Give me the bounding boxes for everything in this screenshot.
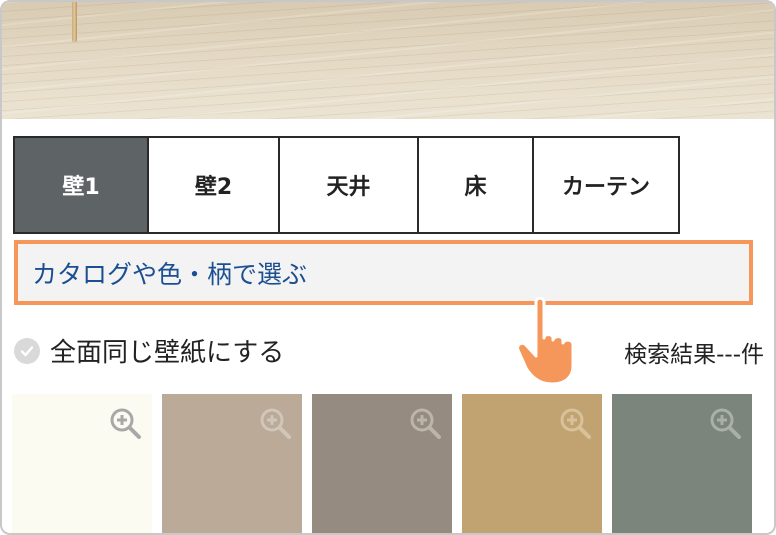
catalog-select-label: カタログや色・柄で選ぶ bbox=[32, 259, 308, 289]
wallpaper-swatch-grid bbox=[12, 394, 774, 533]
swatch-item[interactable] bbox=[12, 394, 152, 533]
zoom-in-icon[interactable] bbox=[708, 406, 742, 440]
same-wallpaper-toggle[interactable]: 全面同じ壁紙にする bbox=[14, 332, 284, 369]
chair-leg bbox=[72, 2, 77, 42]
tab-wall-1[interactable]: 壁1 bbox=[13, 136, 149, 234]
catalog-select-button[interactable]: カタログや色・柄で選ぶ bbox=[14, 240, 753, 305]
zoom-in-icon[interactable] bbox=[558, 406, 592, 440]
same-wallpaper-label: 全面同じ壁紙にする bbox=[50, 338, 285, 368]
tab-floor[interactable]: 床 bbox=[419, 136, 534, 234]
swatch-item[interactable] bbox=[162, 394, 302, 533]
zoom-in-icon[interactable] bbox=[108, 406, 142, 440]
swatch-item[interactable] bbox=[612, 394, 752, 533]
floor-preview-image bbox=[2, 2, 774, 119]
swatch-item[interactable] bbox=[312, 394, 452, 533]
zoom-in-icon[interactable] bbox=[258, 406, 292, 440]
zoom-in-icon[interactable] bbox=[408, 406, 442, 440]
tab-wall-2[interactable]: 壁2 bbox=[149, 136, 280, 234]
checkmark-icon[interactable] bbox=[14, 337, 40, 364]
surface-tabs: 壁1 壁2 天井 床 カーテン bbox=[13, 136, 680, 234]
tab-ceiling[interactable]: 天井 bbox=[280, 136, 419, 234]
app-frame: 壁1 壁2 天井 床 カーテン カタログや色・柄で選ぶ 全面同じ壁紙にする 検索… bbox=[0, 0, 776, 535]
swatch-item[interactable] bbox=[462, 394, 602, 533]
hand-pointer-icon bbox=[516, 296, 575, 386]
search-result-count: 検索結果---件 bbox=[624, 342, 764, 368]
tab-curtain[interactable]: カーテン bbox=[534, 136, 680, 234]
